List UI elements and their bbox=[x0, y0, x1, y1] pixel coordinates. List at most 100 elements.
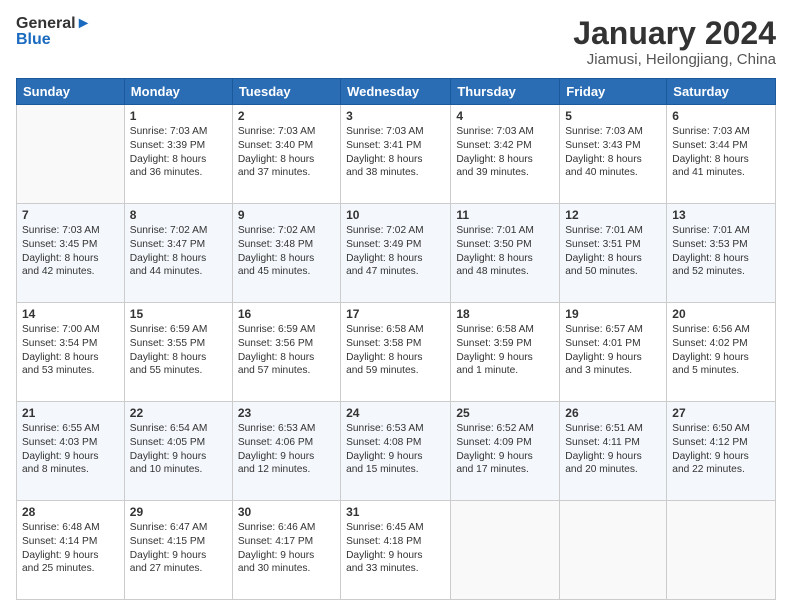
day-info: Sunrise: 6:47 AM Sunset: 4:15 PM Dayligh… bbox=[130, 521, 227, 576]
week-row-1: 1 Sunrise: 7:03 AM Sunset: 3:39 PM Daylig… bbox=[17, 105, 776, 204]
col-tuesday: Tuesday bbox=[232, 79, 340, 105]
week-row-2: 7Sunrise: 7:03 AM Sunset: 3:45 PM Daylig… bbox=[17, 204, 776, 303]
calendar-table: Sunday Monday Tuesday Wednesday Thursday… bbox=[16, 78, 776, 600]
day-number: 27 bbox=[672, 406, 770, 420]
day-cell: 12 Sunrise: 7:01 AM Sunset: 3:51 PM Dayli… bbox=[560, 204, 667, 303]
day-info: Sunrise: 6:48 AM Sunset: 4:14 PM Dayligh… bbox=[22, 521, 119, 576]
location: Jiamusi, Heilongjiang, China bbox=[573, 51, 776, 68]
day-cell: 15 Sunrise: 6:59 AM Sunset: 3:55 PM Dayli… bbox=[124, 303, 232, 402]
day-number: 15 bbox=[130, 307, 227, 321]
day-cell: 30 Sunrise: 6:46 AM Sunset: 4:17 PM Dayli… bbox=[232, 501, 340, 600]
day-info: Sunrise: 7:02 AM Sunset: 3:47 PM Dayligh… bbox=[130, 224, 227, 279]
day-number: 23 bbox=[238, 406, 335, 420]
day-cell: 7Sunrise: 7:03 AM Sunset: 3:45 PM Daylig… bbox=[17, 204, 125, 303]
day-info: Sunrise: 6:46 AM Sunset: 4:17 PM Dayligh… bbox=[238, 521, 335, 576]
day-cell: 25 Sunrise: 6:52 AM Sunset: 4:09 PM Dayli… bbox=[451, 402, 560, 501]
day-info: Sunrise: 7:03 AM Sunset: 3:44 PM Dayligh… bbox=[672, 125, 770, 180]
week-row-3: 14 Sunrise: 7:00 AM Sunset: 3:54 PM Dayli… bbox=[17, 303, 776, 402]
day-number: 5 bbox=[565, 109, 661, 123]
day-number: 16 bbox=[238, 307, 335, 321]
title-area: January 2024 Jiamusi, Heilongjiang, Chin… bbox=[573, 16, 776, 68]
day-info: Sunrise: 6:52 AM Sunset: 4:09 PM Dayligh… bbox=[456, 422, 554, 477]
day-cell: 14 Sunrise: 7:00 AM Sunset: 3:54 PM Dayli… bbox=[17, 303, 125, 402]
calendar-page: General► Blue January 2024 Jiamusi, Heil… bbox=[0, 0, 792, 612]
day-info: Sunrise: 6:58 AM Sunset: 3:58 PM Dayligh… bbox=[346, 323, 445, 378]
day-cell: 24Sunrise: 6:53 AM Sunset: 4:08 PM Dayli… bbox=[341, 402, 451, 501]
day-info: Sunrise: 7:01 AM Sunset: 3:53 PM Dayligh… bbox=[672, 224, 770, 279]
day-info: Sunrise: 7:01 AM Sunset: 3:50 PM Dayligh… bbox=[456, 224, 554, 279]
day-info: Sunrise: 6:57 AM Sunset: 4:01 PM Dayligh… bbox=[565, 323, 661, 378]
day-cell: 4 Sunrise: 7:03 AM Sunset: 3:42 PM Daylig… bbox=[451, 105, 560, 204]
day-number: 31 bbox=[346, 505, 445, 519]
day-number: 11 bbox=[456, 208, 554, 222]
day-number: 1 bbox=[130, 109, 227, 123]
day-number: 8 bbox=[130, 208, 227, 222]
day-cell: 27Sunrise: 6:50 AM Sunset: 4:12 PM Dayli… bbox=[667, 402, 776, 501]
day-cell bbox=[17, 105, 125, 204]
month-title: January 2024 bbox=[573, 16, 776, 51]
day-number: 22 bbox=[130, 406, 227, 420]
day-cell: 22 Sunrise: 6:54 AM Sunset: 4:05 PM Dayli… bbox=[124, 402, 232, 501]
day-cell: 17Sunrise: 6:58 AM Sunset: 3:58 PM Dayli… bbox=[341, 303, 451, 402]
day-cell: 18 Sunrise: 6:58 AM Sunset: 3:59 PM Dayli… bbox=[451, 303, 560, 402]
day-info: Sunrise: 7:03 AM Sunset: 3:43 PM Dayligh… bbox=[565, 125, 661, 180]
day-number: 24 bbox=[346, 406, 445, 420]
day-cell: 10 Sunrise: 7:02 AM Sunset: 3:49 PM Dayli… bbox=[341, 204, 451, 303]
day-cell: 9Sunrise: 7:02 AM Sunset: 3:48 PM Daylig… bbox=[232, 204, 340, 303]
day-cell: 11 Sunrise: 7:01 AM Sunset: 3:50 PM Dayli… bbox=[451, 204, 560, 303]
day-info: Sunrise: 7:02 AM Sunset: 3:48 PM Dayligh… bbox=[238, 224, 335, 279]
week-row-4: 21 Sunrise: 6:55 AM Sunset: 4:03 PM Dayli… bbox=[17, 402, 776, 501]
week-row-5: 28 Sunrise: 6:48 AM Sunset: 4:14 PM Dayli… bbox=[17, 501, 776, 600]
day-number: 25 bbox=[456, 406, 554, 420]
day-info: Sunrise: 7:03 AM Sunset: 3:39 PM Dayligh… bbox=[130, 125, 227, 180]
col-monday: Monday bbox=[124, 79, 232, 105]
day-info: Sunrise: 6:58 AM Sunset: 3:59 PM Dayligh… bbox=[456, 323, 554, 378]
day-info: Sunrise: 6:45 AM Sunset: 4:18 PM Dayligh… bbox=[346, 521, 445, 576]
day-number: 28 bbox=[22, 505, 119, 519]
day-cell bbox=[667, 501, 776, 600]
day-info: Sunrise: 7:03 AM Sunset: 3:45 PM Dayligh… bbox=[22, 224, 119, 279]
col-sunday: Sunday bbox=[17, 79, 125, 105]
day-info: Sunrise: 6:56 AM Sunset: 4:02 PM Dayligh… bbox=[672, 323, 770, 378]
day-cell: 16Sunrise: 6:59 AM Sunset: 3:56 PM Dayli… bbox=[232, 303, 340, 402]
day-number: 4 bbox=[456, 109, 554, 123]
day-number: 20 bbox=[672, 307, 770, 321]
col-saturday: Saturday bbox=[667, 79, 776, 105]
day-number: 18 bbox=[456, 307, 554, 321]
day-cell: 29Sunrise: 6:47 AM Sunset: 4:15 PM Dayli… bbox=[124, 501, 232, 600]
day-info: Sunrise: 6:59 AM Sunset: 3:55 PM Dayligh… bbox=[130, 323, 227, 378]
day-cell bbox=[451, 501, 560, 600]
day-cell: 13Sunrise: 7:01 AM Sunset: 3:53 PM Dayli… bbox=[667, 204, 776, 303]
col-thursday: Thursday bbox=[451, 79, 560, 105]
day-number: 6 bbox=[672, 109, 770, 123]
day-number: 19 bbox=[565, 307, 661, 321]
day-cell: 1 Sunrise: 7:03 AM Sunset: 3:39 PM Daylig… bbox=[124, 105, 232, 204]
logo: General► Blue bbox=[16, 16, 91, 48]
header-row: Sunday Monday Tuesday Wednesday Thursday… bbox=[17, 79, 776, 105]
day-cell: 26Sunrise: 6:51 AM Sunset: 4:11 PM Dayli… bbox=[560, 402, 667, 501]
day-cell: 20 Sunrise: 6:56 AM Sunset: 4:02 PM Dayli… bbox=[667, 303, 776, 402]
day-number: 3 bbox=[346, 109, 445, 123]
day-number: 10 bbox=[346, 208, 445, 222]
day-cell: 28 Sunrise: 6:48 AM Sunset: 4:14 PM Dayli… bbox=[17, 501, 125, 600]
day-cell: 2Sunrise: 7:03 AM Sunset: 3:40 PM Daylig… bbox=[232, 105, 340, 204]
day-cell: 19 Sunrise: 6:57 AM Sunset: 4:01 PM Dayli… bbox=[560, 303, 667, 402]
day-cell: 3Sunrise: 7:03 AM Sunset: 3:41 PM Daylig… bbox=[341, 105, 451, 204]
day-number: 14 bbox=[22, 307, 119, 321]
day-cell: 8 Sunrise: 7:02 AM Sunset: 3:47 PM Daylig… bbox=[124, 204, 232, 303]
day-info: Sunrise: 7:02 AM Sunset: 3:49 PM Dayligh… bbox=[346, 224, 445, 279]
day-number: 26 bbox=[565, 406, 661, 420]
day-number: 12 bbox=[565, 208, 661, 222]
day-number: 30 bbox=[238, 505, 335, 519]
day-number: 21 bbox=[22, 406, 119, 420]
day-info: Sunrise: 7:01 AM Sunset: 3:51 PM Dayligh… bbox=[565, 224, 661, 279]
day-info: Sunrise: 7:00 AM Sunset: 3:54 PM Dayligh… bbox=[22, 323, 119, 378]
day-cell: 31 Sunrise: 6:45 AM Sunset: 4:18 PM Dayli… bbox=[341, 501, 451, 600]
col-friday: Friday bbox=[560, 79, 667, 105]
col-wednesday: Wednesday bbox=[341, 79, 451, 105]
day-info: Sunrise: 6:54 AM Sunset: 4:05 PM Dayligh… bbox=[130, 422, 227, 477]
day-cell bbox=[560, 501, 667, 600]
day-info: Sunrise: 6:55 AM Sunset: 4:03 PM Dayligh… bbox=[22, 422, 119, 477]
day-cell: 23Sunrise: 6:53 AM Sunset: 4:06 PM Dayli… bbox=[232, 402, 340, 501]
day-info: Sunrise: 7:03 AM Sunset: 3:42 PM Dayligh… bbox=[456, 125, 554, 180]
